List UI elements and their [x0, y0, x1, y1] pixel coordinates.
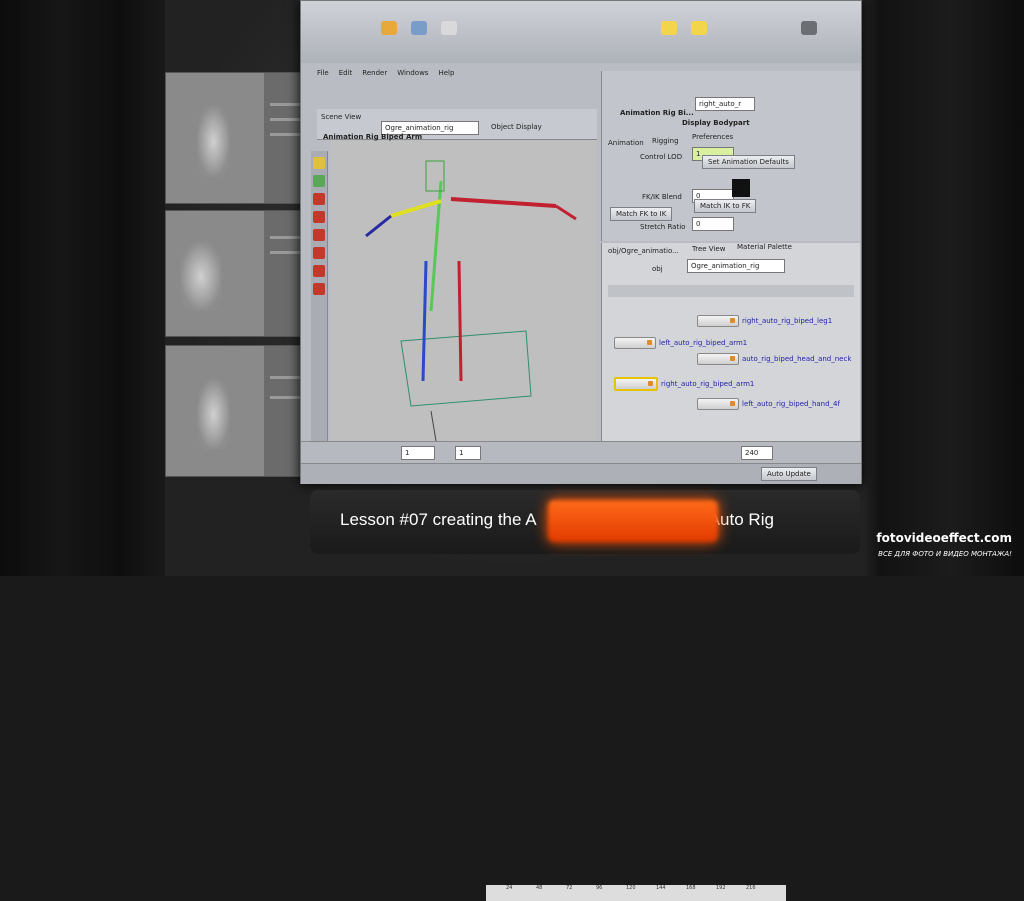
frame-end-field[interactable]: 240 — [741, 446, 773, 460]
color-swatch[interactable] — [732, 179, 750, 197]
orange-highlight — [548, 500, 718, 542]
tool-icon[interactable] — [313, 247, 325, 259]
thumbnail-1[interactable] — [165, 72, 307, 204]
left-arm-bone — [390, 199, 442, 218]
match-ik-to-fk-button[interactable]: Match IK to FK — [694, 199, 757, 213]
light-icon[interactable] — [691, 21, 707, 35]
camera-icon[interactable] — [801, 21, 817, 35]
network-node[interactable]: auto_rig_biped_head_and_neck — [697, 353, 851, 365]
thumbnail-3[interactable] — [165, 345, 307, 477]
tick-label: 144 — [656, 885, 666, 891]
viewport-title: Animation Rig Biped Arm — [323, 133, 423, 141]
tick-label: 120 — [626, 885, 636, 891]
rig-skeleton — [365, 160, 577, 442]
app-window: File Edit Render Windows Help Scene View… — [300, 0, 862, 901]
thumbnail-2[interactable] — [165, 210, 307, 337]
tick-label: 168 — [686, 885, 696, 891]
tick-label: 48 — [536, 885, 543, 891]
watermark-tagline: ВСЕ ДЛЯ ФОТО И ВИДЕО МОНТАЖА! — [878, 550, 1012, 558]
param-header: Animation Rig Bi... — [620, 109, 694, 117]
thumbnail-figure — [196, 105, 231, 177]
set-animation-defaults-button[interactable]: Set Animation Defaults — [702, 155, 795, 169]
object-display-toggle[interactable]: Object Display — [491, 123, 542, 131]
thumbnail-figure — [180, 242, 222, 311]
display-bodypart-checkbox[interactable]: Display Bodypart — [682, 119, 750, 127]
timeline-bar: 1 1 24 48 72 96 120 144 168 192 216 240 — [301, 441, 861, 901]
thumbnail-row — [269, 376, 301, 379]
tool-icon[interactable] — [313, 211, 325, 223]
thumbnail-figure — [196, 378, 231, 450]
network-node-selected[interactable]: right_auto_rig_biped_arm1 — [614, 377, 754, 391]
tool-icon[interactable] — [313, 283, 325, 295]
frame-start-field[interactable]: 1 — [401, 446, 435, 460]
auto-update-dropdown[interactable]: Auto Update — [761, 467, 817, 481]
parameter-panel: Animation Rig Bi... right_auto_r Display… — [601, 71, 860, 241]
stretch-ratio-field[interactable]: 0 — [692, 217, 734, 231]
tab-rigging[interactable]: Rigging — [652, 137, 679, 145]
shelf-icon[interactable] — [441, 21, 457, 35]
timeline-ruler[interactable]: 24 48 72 96 120 144 168 192 216 — [486, 885, 786, 901]
stretch-ratio-label: Stretch Ratio — [640, 223, 686, 231]
light-icon[interactable] — [661, 21, 677, 35]
frame-current-field[interactable]: 1 — [455, 446, 481, 460]
thumbnail-row — [269, 396, 301, 399]
shelf-icon[interactable] — [411, 21, 427, 35]
control-lod-label: Control LOD — [640, 153, 683, 161]
material-palette-tab[interactable]: Material Palette — [737, 243, 792, 251]
scene-view-tab[interactable]: Scene View — [321, 113, 361, 121]
menu-render[interactable]: Render — [362, 69, 387, 81]
right-leg-bone — [457, 260, 463, 382]
tool-icon[interactable] — [313, 265, 325, 277]
menu-bar: File Edit Render Windows Help — [317, 69, 597, 81]
menu-edit[interactable]: Edit — [339, 69, 353, 81]
scene-viewport[interactable] — [331, 141, 596, 442]
right-arm-bone — [450, 197, 557, 208]
shelf-icon[interactable] — [381, 21, 397, 35]
match-fk-to-ik-button[interactable]: Match FK to IK — [610, 207, 673, 221]
thumbnail-row — [269, 118, 301, 121]
right-hand — [555, 204, 577, 221]
tick-label: 216 — [746, 885, 756, 891]
thumbnail-row — [269, 103, 301, 106]
watermark-brand: fotovideoeffect.com — [876, 531, 1012, 545]
axis-line — [430, 410, 437, 442]
tool-icon[interactable] — [313, 193, 325, 205]
menu-windows[interactable]: Windows — [397, 69, 428, 81]
network-panel: obj/Ogre_animatio... Tree View Material … — [601, 243, 860, 443]
tab-preferences[interactable]: Preferences — [692, 133, 733, 141]
thumbnail-row — [269, 133, 301, 136]
fkik-blend-label: FK/IK Blend — [642, 193, 682, 201]
left-leg-bone — [421, 260, 428, 382]
ground-grid — [400, 330, 532, 407]
context-label[interactable]: obj — [652, 265, 663, 273]
tool-icon[interactable] — [313, 157, 325, 169]
tool-icon[interactable] — [313, 175, 325, 187]
network-tab[interactable]: obj/Ogre_animatio... — [608, 247, 679, 255]
tool-icon[interactable] — [313, 229, 325, 241]
tick-label: 96 — [596, 885, 603, 891]
thumbnail-row — [269, 236, 301, 239]
network-node[interactable]: left_auto_rig_biped_arm1 — [614, 337, 747, 349]
thumbnail-row — [269, 251, 301, 254]
status-bar: Auto Update — [301, 463, 861, 484]
network-path-field[interactable]: Ogre_animation_rig — [687, 259, 785, 273]
tool-strip — [311, 151, 328, 441]
network-node[interactable]: left_auto_rig_biped_hand_4f — [697, 398, 840, 410]
menu-file[interactable]: File — [317, 69, 329, 81]
tick-label: 192 — [716, 885, 726, 891]
network-toolbar — [608, 285, 854, 297]
tick-label: 72 — [566, 885, 573, 891]
tree-view-tab[interactable]: Tree View — [692, 245, 725, 253]
menu-help[interactable]: Help — [438, 69, 454, 81]
tab-animation[interactable]: Animation — [608, 139, 644, 147]
left-hand — [365, 214, 392, 238]
node-name-field[interactable]: right_auto_r — [695, 97, 755, 111]
network-node[interactable]: right_auto_rig_biped_leg1 — [697, 315, 832, 327]
tick-label: 24 — [506, 885, 513, 891]
